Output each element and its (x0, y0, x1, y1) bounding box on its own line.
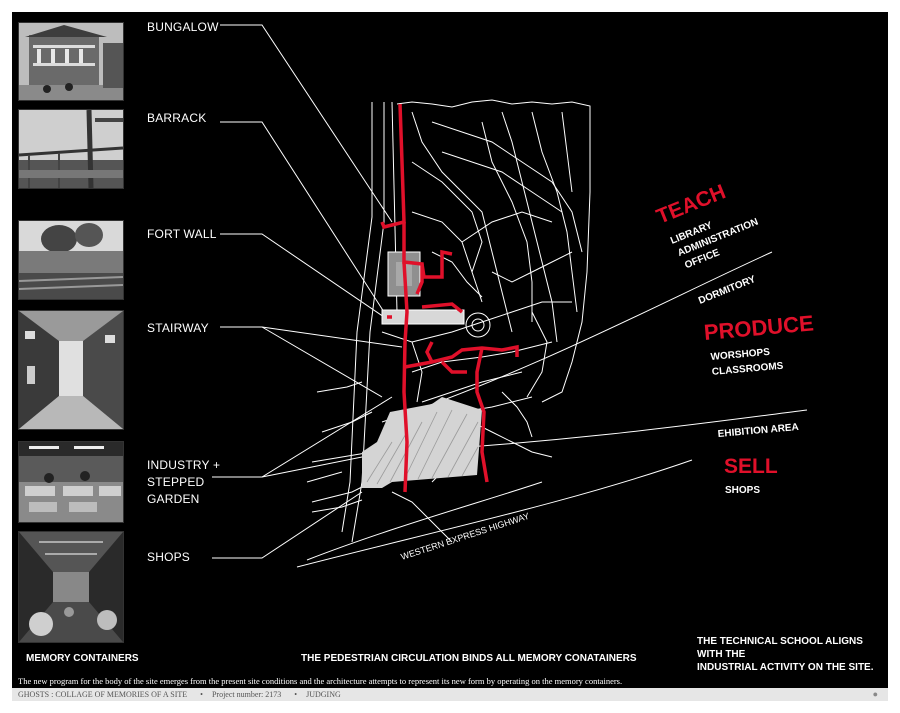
barrack-volume (381, 309, 465, 325)
leader-fort-wall (220, 233, 385, 318)
presentation-board: BUNGALOW BARRACK FORT WALL STAIRWAY INDU… (12, 12, 888, 674)
technical-caption-line1: THE TECHNICAL SCHOOL ALIGNS WITH THE (697, 636, 863, 660)
site-plan-drawing: WESTERN EXPRESS HIGHWAY TEACH LIBRARY AD… (212, 24, 808, 568)
footer-project: Project number: 2173 (211, 690, 282, 699)
leader-barrack (220, 121, 385, 313)
leader-bungalow (220, 24, 393, 223)
leader-stairway-2 (261, 326, 383, 398)
produce-items: WORSHOPS CLASSROOMS (710, 344, 784, 380)
pedestrian-caption: THE PEDESTRIAN CIRCULATION BINDS ALL MEM… (301, 653, 637, 664)
dormitory-label: DORMITORY (697, 274, 758, 307)
footer-status: JUDGING (306, 690, 341, 699)
sell-title: SELL (724, 455, 778, 478)
leader-stairway (220, 326, 403, 348)
teach-title: TEACH (653, 180, 729, 228)
industry-garden-volume (362, 397, 482, 488)
footer-dot-icon: ● (872, 689, 878, 699)
footer-title: GHOSTS : COLLAGE OF MEMORIES OF A SITE (18, 690, 188, 699)
exhibition-label: EHIBITION AREA (717, 422, 799, 440)
sell-item-shops: SHOPS (725, 485, 761, 496)
description-text: The new program for the body of the site… (12, 674, 888, 688)
memory-containers-caption: MEMORY CONTAINERS (26, 653, 139, 664)
technical-caption-line2: INDUSTRIAL ACTIVITY ON THE SITE. (697, 662, 874, 673)
footer-bar: GHOSTS : COLLAGE OF MEMORIES OF A SITE •… (12, 688, 888, 701)
footer-separator-icon: • (200, 690, 203, 699)
technical-caption: THE TECHNICAL SCHOOL ALIGNS WITH THE IND… (697, 635, 888, 674)
footer-separator-icon: • (294, 690, 298, 699)
